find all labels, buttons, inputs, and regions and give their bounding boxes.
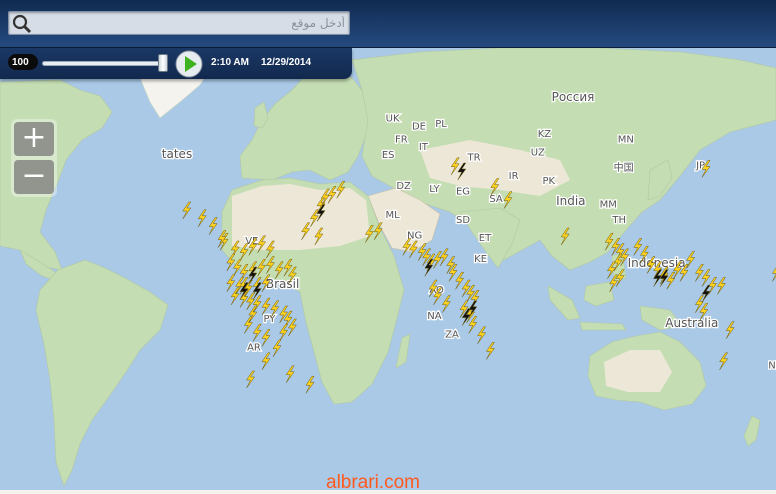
map-label: Australia: [665, 316, 718, 330]
map-label: 中国: [614, 161, 634, 174]
map-label: AR: [247, 342, 261, 353]
map-label: tates: [162, 147, 192, 161]
map-label: PY: [263, 314, 276, 325]
map-label: NZ: [768, 361, 776, 372]
zoom-control: + −: [11, 119, 57, 197]
map-label: India: [556, 194, 585, 208]
zoom-out-button[interactable]: −: [14, 160, 54, 194]
map-label: MN: [618, 134, 634, 145]
map-label: SA: [489, 194, 503, 205]
playback-bar: 100 2:10 AM 12/29/2014: [0, 48, 352, 79]
map-label: IR: [509, 171, 519, 182]
map-label: UZ: [531, 147, 545, 158]
current-date: 12/29/2014: [261, 57, 312, 68]
watermark-text: albrari.com: [326, 472, 420, 493]
location-search-input[interactable]: [35, 13, 345, 33]
map-label: DE: [412, 121, 426, 132]
magnifier-icon[interactable]: [12, 14, 32, 34]
map-label: KZ: [538, 129, 552, 140]
map-label: TH: [611, 215, 626, 226]
map-label: Россия: [552, 90, 595, 104]
map-label: JP: [695, 160, 705, 171]
map-label: ML: [385, 210, 400, 221]
map-label: DZ: [396, 181, 411, 192]
map-label: PL: [435, 119, 447, 130]
play-button[interactable]: [175, 50, 203, 78]
map-label: LY: [429, 184, 440, 195]
current-time: 2:10 AM: [211, 57, 249, 68]
speed-indicator[interactable]: 100: [8, 54, 38, 70]
map-label: SD: [456, 215, 470, 226]
map-label: ZA: [445, 329, 459, 340]
time-slider-track[interactable]: [42, 61, 168, 66]
map-label: ET: [479, 233, 492, 244]
map-label: PK: [543, 176, 556, 187]
map-label: TR: [466, 153, 480, 164]
map-label: ES: [382, 150, 395, 161]
map-label: EG: [456, 186, 470, 197]
map-label: Brasil: [266, 277, 299, 291]
map-label: IT: [419, 142, 429, 153]
map-label: MM: [600, 199, 617, 210]
top-bar: [0, 0, 776, 48]
map-label: UK: [386, 114, 400, 125]
time-slider-thumb[interactable]: [158, 54, 169, 72]
map-label: NA: [427, 311, 441, 322]
map-label: KE: [474, 254, 487, 265]
search-box[interactable]: [8, 11, 350, 35]
map-label: FR: [395, 134, 408, 145]
zoom-in-button[interactable]: +: [14, 122, 54, 156]
